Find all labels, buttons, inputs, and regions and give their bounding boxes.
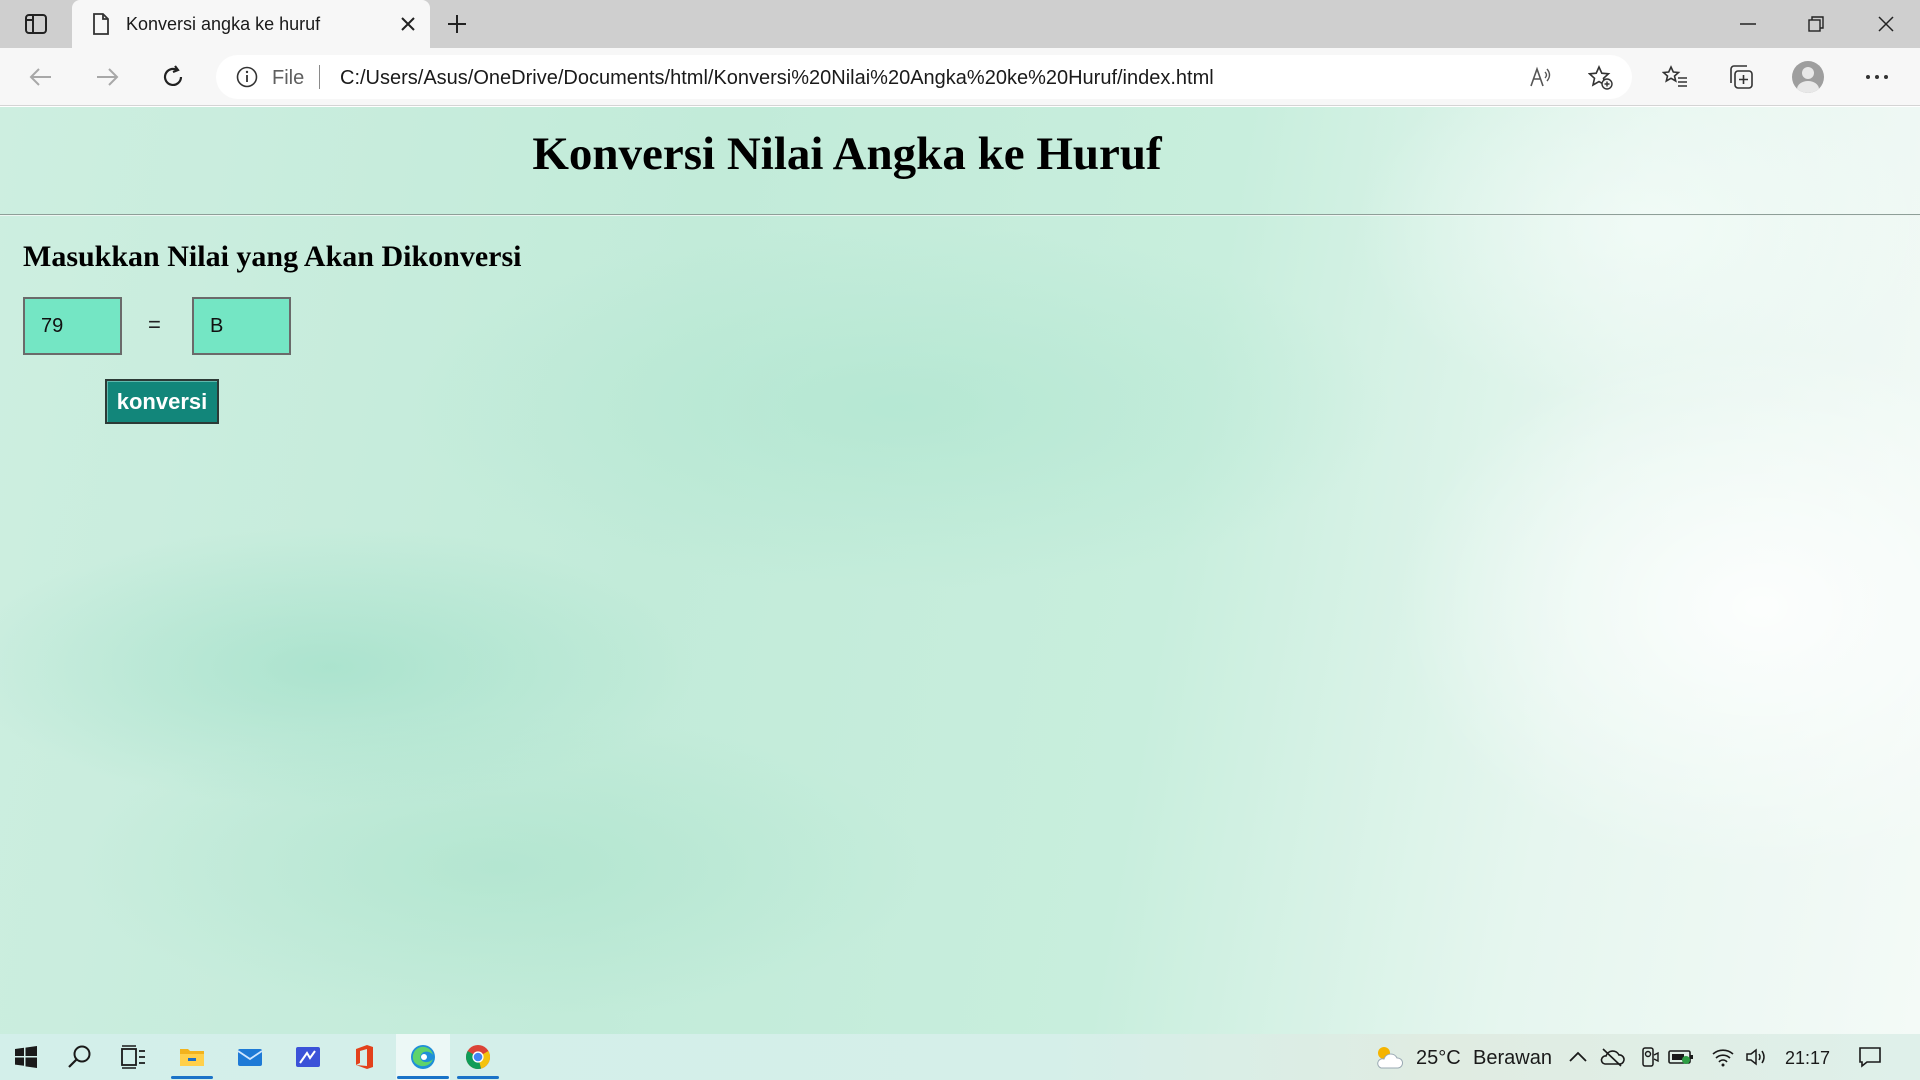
avatar-icon (1792, 61, 1824, 93)
more-options-icon[interactable] (1858, 58, 1896, 96)
office-icon[interactable] (340, 1034, 388, 1080)
new-tab-icon[interactable] (440, 10, 474, 38)
restore-icon[interactable] (1782, 0, 1850, 48)
address-scheme: File (272, 67, 305, 89)
search-icon[interactable] (56, 1034, 104, 1080)
taskbar: 25°C Berawan 21:17 (0, 1034, 1920, 1080)
back-icon[interactable] (22, 58, 60, 96)
speaker-icon[interactable] (1744, 1045, 1770, 1069)
chrome-icon[interactable] (454, 1034, 502, 1080)
equals-sign: = (148, 312, 161, 337)
task-view-icon[interactable] (110, 1034, 158, 1080)
address-url[interactable]: C:/Users/Asus/OneDrive/Documents/html/Ko… (340, 67, 1214, 90)
weather-condition[interactable]: Berawan (1473, 1047, 1552, 1070)
section-heading: Masukkan Nilai yang Akan Dikonversi (23, 240, 522, 273)
weather-icon[interactable] (1372, 1045, 1404, 1069)
read-aloud-icon[interactable] (1528, 65, 1554, 89)
chevron-up-icon[interactable] (1565, 1045, 1591, 1069)
mail-icon[interactable] (226, 1034, 274, 1080)
weather-temperature[interactable]: 25°C (1416, 1047, 1461, 1070)
page-icon (90, 13, 112, 35)
page-title: Konversi Nilai Angka ke Huruf (532, 128, 1162, 180)
site-info-icon[interactable] (236, 66, 258, 88)
collections-icon[interactable] (1722, 58, 1760, 96)
battery-icon[interactable] (1668, 1045, 1694, 1069)
clock[interactable]: 21:17 (1785, 1048, 1830, 1069)
tab-actions-icon[interactable] (20, 10, 52, 38)
close-window-icon[interactable] (1852, 0, 1920, 48)
refresh-icon[interactable] (154, 58, 192, 96)
profile-avatar[interactable] (1789, 58, 1827, 96)
add-favorite-icon[interactable] (1588, 65, 1614, 91)
tab-title: Konversi angka ke huruf (126, 14, 321, 34)
address-separator (319, 65, 320, 89)
browser-toolbar: File C:/Users/Asus/OneDrive/Documents/ht… (0, 48, 1920, 106)
letter-result-field[interactable] (192, 297, 291, 355)
horizontal-rule (0, 214, 1920, 216)
number-input[interactable] (23, 297, 122, 355)
whiteboard-icon[interactable] (284, 1034, 332, 1080)
onedrive-cloud-icon[interactable] (1599, 1045, 1625, 1069)
chrome-active-indicator (457, 1076, 499, 1079)
file-explorer-icon[interactable] (168, 1034, 216, 1080)
convert-button[interactable]: konversi (105, 379, 219, 424)
edge-icon[interactable] (396, 1034, 450, 1080)
wifi-icon[interactable] (1710, 1045, 1736, 1069)
active-tab[interactable]: Konversi angka ke huruf (72, 0, 430, 48)
notifications-icon[interactable] (1857, 1045, 1883, 1069)
address-bar[interactable]: File C:/Users/Asus/OneDrive/Documents/ht… (216, 55, 1632, 99)
start-icon[interactable] (2, 1034, 50, 1080)
minimize-icon[interactable] (1714, 0, 1782, 48)
web-page: Konversi Nilai Angka ke Huruf Masukkan N… (0, 107, 1920, 1034)
browser-tab-bar: Konversi angka ke huruf (0, 0, 1920, 48)
meet-camera-icon[interactable] (1637, 1045, 1663, 1069)
forward-icon[interactable] (88, 58, 126, 96)
close-tab-icon[interactable] (396, 12, 420, 36)
favorites-icon[interactable] (1656, 58, 1694, 96)
edge-active-indicator (397, 1076, 449, 1079)
file-explorer-active-indicator (171, 1076, 213, 1079)
